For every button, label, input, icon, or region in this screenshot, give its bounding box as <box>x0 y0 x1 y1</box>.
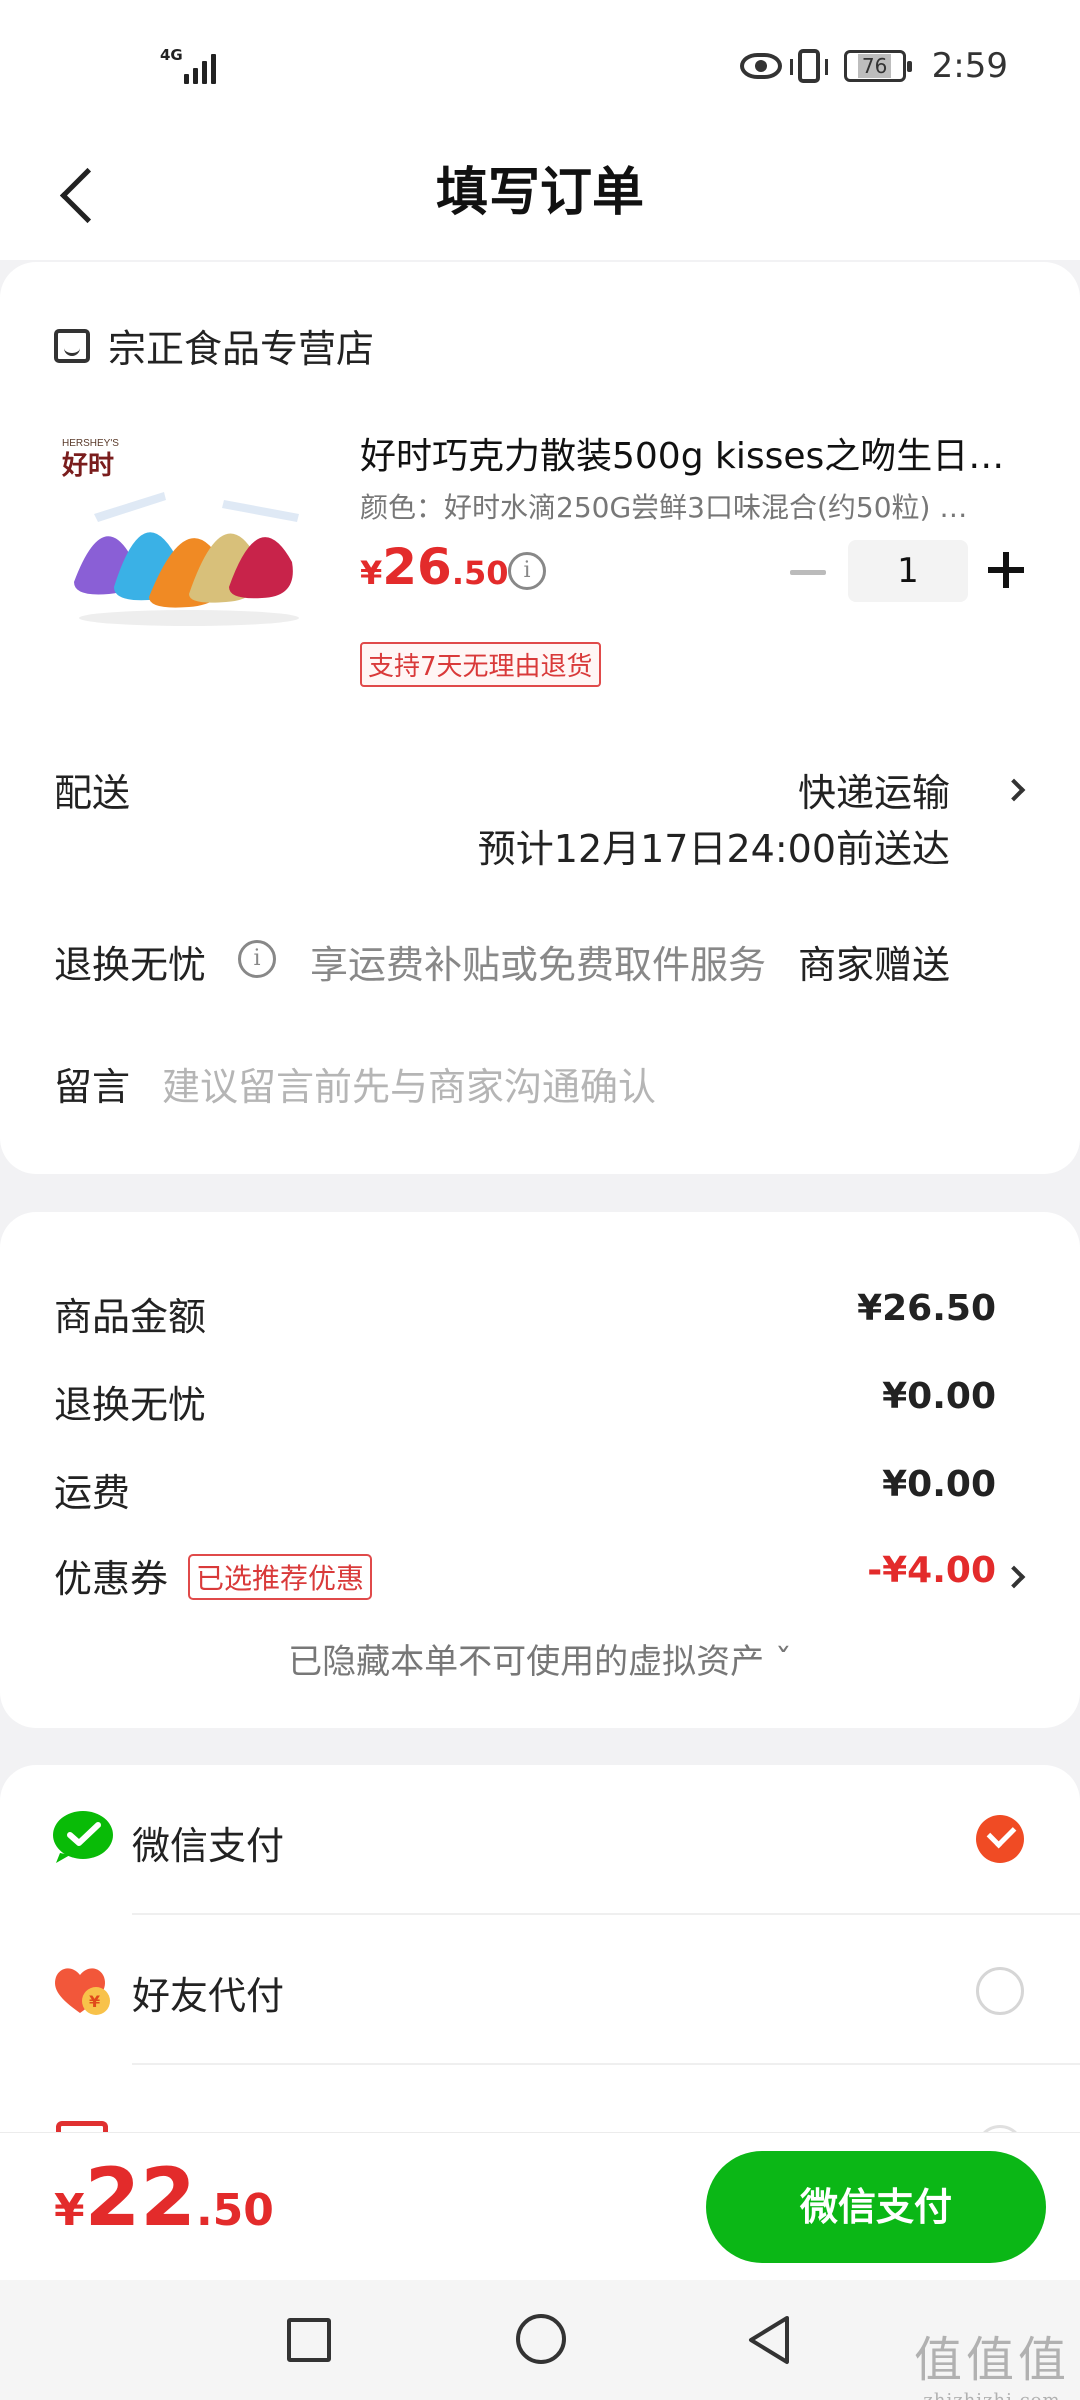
page-title: 填写订单 <box>435 163 644 223</box>
product-title[interactable]: 好时巧克力散装500g kisses之吻生日婚庆喜糖果零食批发 <box>360 427 1010 479</box>
store-icon <box>54 328 90 363</box>
checkout-bar: ¥22.50 微信支付 <box>0 2132 1080 2280</box>
home-button[interactable] <box>516 2314 566 2364</box>
network-type: 4G <box>160 46 183 64</box>
signal-icon: 4G <box>160 46 220 86</box>
price-summary-card: 商品金额 ¥26.50 退换无忧 ¥0.00 运费 ¥0.00 优惠券 已选推荐… <box>0 1212 1080 1728</box>
quantity-input[interactable]: 1 <box>848 540 968 602</box>
svg-text:¥: ¥ <box>89 1992 100 2011</box>
price-currency: ¥ <box>360 554 383 592</box>
coupon-chevron-right-icon[interactable] <box>1002 1565 1026 1589</box>
coupon-tag: 已选推荐优惠 <box>188 1554 373 1600</box>
coupon-label: 优惠券 <box>54 1557 169 1601</box>
total-price: ¥22.50 <box>54 2151 274 2244</box>
order-card: 宗正食品专营店 HERSHEY'S 好时 好时巧克力散装500g kisses之… <box>0 262 1080 1174</box>
message-label: 留言 <box>54 1065 131 1109</box>
clock: 2:59 <box>931 46 1008 86</box>
radio-checked-icon[interactable] <box>976 1815 1024 1863</box>
worry-free-desc: 享运费补贴或免费取件服务 <box>310 943 767 987</box>
coupon-value[interactable]: -¥4.00 <box>867 1550 996 1591</box>
goods-amount-value: ¥26.50 <box>857 1288 996 1329</box>
watermark-url: zhizhizhi.com <box>914 2390 1070 2400</box>
worry-free-label: 退换无忧 <box>54 943 207 987</box>
worry-free-info-icon[interactable]: i <box>238 940 276 978</box>
store-row[interactable]: 宗正食品专营店 <box>54 318 374 373</box>
price-info-icon[interactable]: i <box>508 552 546 590</box>
divider <box>132 2063 1080 2065</box>
goods-amount-label: 商品金额 <box>54 1295 207 1339</box>
price-integer: 26 <box>382 538 452 596</box>
wechat-pay-icon <box>53 1811 113 1863</box>
shipping-fee-value: ¥0.00 <box>882 1464 996 1505</box>
quantity-decrease-button[interactable] <box>790 570 826 575</box>
product-image[interactable]: HERSHEY'S 好时 <box>54 422 324 652</box>
total-integer: 22 <box>84 2151 196 2244</box>
payment-option-label: 微信支付 <box>132 1824 285 1868</box>
payment-option-wechat[interactable]: 微信支付 <box>0 1765 1080 1915</box>
brand-logo: 好时 <box>61 451 114 481</box>
watermark: 值值值 zhizhizhi.com <box>914 2320 1070 2400</box>
payment-option-label: 好友代付 <box>132 1974 285 2018</box>
delivery-label: 配送 <box>54 771 131 815</box>
product-price: ¥26.50 <box>360 538 509 596</box>
worry-free-fee-label: 退换无忧 <box>54 1383 207 1427</box>
status-bar: 4G 76 2:59 <box>0 0 1080 130</box>
brand-logo-en: HERSHEY'S <box>62 438 119 449</box>
vibrate-icon <box>789 49 828 83</box>
price-decimal: .50 <box>451 554 509 592</box>
wechat-pay-button[interactable]: 微信支付 <box>706 2151 1046 2263</box>
battery-level: 76 <box>857 54 892 78</box>
chevron-right-icon[interactable] <box>1002 778 1026 802</box>
payment-option-friend[interactable]: ¥ 好友代付 <box>0 1915 1080 2065</box>
total-currency: ¥ <box>54 2185 85 2236</box>
quantity-increase-button[interactable] <box>988 552 1024 588</box>
page-header: 填写订单 <box>0 130 1080 260</box>
battery-icon: 76 <box>843 50 912 82</box>
friend-pay-icon: ¥ <box>55 1968 110 2015</box>
nav-back-button[interactable] <box>745 2314 793 2366</box>
return-policy-badge: 支持7天无理由退货 <box>360 642 601 687</box>
worry-free-value: 商家赠送 <box>797 943 950 987</box>
delivery-method[interactable]: 快递运输 <box>798 762 950 817</box>
delivery-eta: 预计12月17日24:00前送达 <box>477 827 950 871</box>
product-spec[interactable]: 颜色：好时水滴250G尝鲜3口味混合(约50粒) 生产日期新鲜 <box>360 486 990 526</box>
worry-free-fee-value: ¥0.00 <box>882 1376 996 1417</box>
eye-comfort-icon <box>739 53 782 79</box>
radio-unchecked-icon[interactable] <box>976 1967 1024 2015</box>
total-decimal: .50 <box>195 2185 274 2236</box>
message-input[interactable]: 建议留言前先与商家沟通确认 <box>162 1056 656 1111</box>
shipping-fee-label: 运费 <box>54 1471 131 1515</box>
watermark-text: 值值值 <box>913 2332 1070 2388</box>
store-name: 宗正食品专营店 <box>108 327 375 371</box>
hidden-assets-toggle[interactable]: 已隐藏本单不可使用的虚拟资产 ˇ <box>0 1634 1080 1683</box>
recent-apps-button[interactable] <box>287 2318 331 2362</box>
